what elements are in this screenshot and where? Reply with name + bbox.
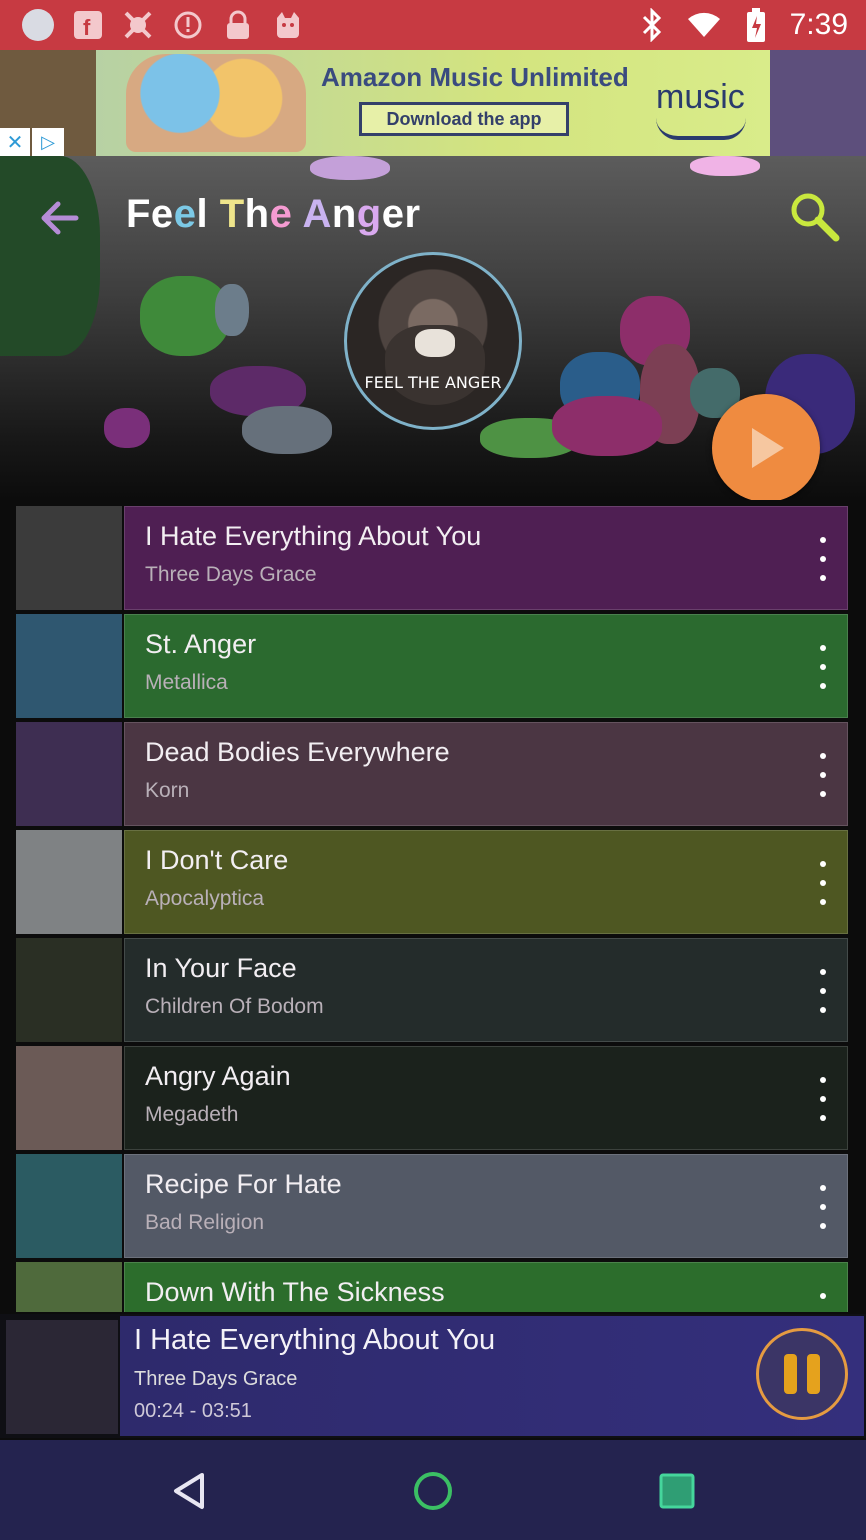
lock-icon (220, 7, 256, 43)
search-icon[interactable] (784, 186, 844, 246)
more-options-icon[interactable] (813, 1185, 833, 1229)
song-title: In Your Face (145, 953, 297, 983)
song-row[interactable]: I Don't Care Apocalyptica (16, 830, 850, 934)
clock: 7:39 (789, 8, 848, 41)
now-playing-bar[interactable]: I Hate Everything About You Three Days G… (0, 1314, 866, 1438)
song-thumbnail (16, 1046, 122, 1150)
svg-text:f: f (83, 15, 91, 40)
song-title: Dead Bodies Everywhere (145, 737, 450, 767)
cover-text: FEEL THE ANGER (364, 373, 502, 392)
more-options-icon[interactable] (813, 1293, 833, 1312)
ad-creative[interactable]: Amazon Music Unlimited Download the app … (96, 50, 770, 156)
song-title: I Don't Care (145, 845, 289, 875)
playlist-cover: FEEL THE ANGER (344, 252, 522, 430)
ad-image (126, 54, 306, 152)
song-title: Down With The Sickness (145, 1277, 445, 1307)
song-title: I Hate Everything About You (145, 521, 482, 551)
amazon-smile-icon (656, 118, 746, 140)
song-list[interactable]: I Hate Everything About You Three Days G… (0, 506, 866, 1312)
song-row[interactable]: Down With The Sickness (16, 1262, 850, 1312)
pause-button[interactable] (756, 1328, 848, 1420)
song-card[interactable]: St. Anger Metallica (124, 614, 848, 718)
song-artist: Children Of Bodom (145, 995, 324, 1018)
ad-brand: music (656, 78, 745, 116)
more-options-icon[interactable] (813, 753, 833, 797)
song-card[interactable]: I Don't Care Apocalyptica (124, 830, 848, 934)
ad-close-icon[interactable]: ✕ (0, 128, 30, 156)
nav-recents-icon[interactable] (647, 1464, 707, 1518)
ad-banner[interactable]: Amazon Music Unlimited Download the app … (0, 50, 866, 156)
song-thumbnail (16, 938, 122, 1042)
status-bar: f 7:39 (0, 0, 866, 50)
nav-back-icon[interactable] (160, 1464, 220, 1518)
now-playing-thumbnail (6, 1320, 118, 1434)
battery-icon (738, 7, 774, 43)
song-card[interactable]: Down With The Sickness (124, 1262, 848, 1312)
song-row[interactable]: Recipe For Hate Bad Religion (16, 1154, 850, 1258)
song-artist: Megadeth (145, 1103, 239, 1126)
song-artist: Metallica (145, 671, 228, 694)
fake-gps-icon (120, 7, 156, 43)
song-artist: Apocalyptica (145, 887, 265, 910)
song-title: Angry Again (145, 1061, 291, 1091)
cat-icon (270, 7, 306, 43)
navigation-bar (0, 1440, 866, 1540)
song-row[interactable]: In Your Face Children Of Bodom (16, 938, 850, 1042)
facebook-icon: f (70, 7, 106, 43)
song-thumbnail (16, 722, 122, 826)
song-row[interactable]: Angry Again Megadeth (16, 1046, 850, 1150)
nav-home-icon[interactable] (403, 1464, 463, 1518)
now-playing-card[interactable]: I Hate Everything About You Three Days G… (120, 1316, 864, 1436)
play-all-button[interactable] (712, 394, 820, 500)
playlist-header: Feel The Anger FEEL THE ANGER (0, 156, 866, 500)
song-card[interactable]: Dead Bodies Everywhere Korn (124, 722, 848, 826)
song-row[interactable]: Dead Bodies Everywhere Korn (16, 722, 850, 826)
playlist-title: Feel The Anger (126, 192, 421, 236)
more-options-icon[interactable] (813, 969, 833, 1013)
more-options-icon[interactable] (813, 645, 833, 689)
song-thumbnail (16, 1154, 122, 1258)
song-row[interactable]: St. Anger Metallica (16, 614, 850, 718)
song-artist: Three Days Grace (145, 563, 317, 586)
song-thumbnail (16, 830, 122, 934)
now-playing-title: I Hate Everything About You (134, 1324, 496, 1356)
ad-title: Amazon Music Unlimited (321, 62, 629, 92)
back-arrow-icon[interactable] (30, 190, 86, 246)
song-title: St. Anger (145, 629, 257, 659)
alert-icon (170, 7, 206, 43)
song-card[interactable]: I Hate Everything About You Three Days G… (124, 506, 848, 610)
song-thumbnail (16, 1262, 122, 1312)
song-card[interactable]: In Your Face Children Of Bodom (124, 938, 848, 1042)
more-options-icon[interactable] (813, 537, 833, 581)
play-icon (752, 428, 784, 468)
ad-choices-icon[interactable]: ▷ (32, 128, 64, 156)
more-options-icon[interactable] (813, 1077, 833, 1121)
song-row[interactable]: I Hate Everything About You Three Days G… (16, 506, 850, 610)
wifi-icon (686, 7, 722, 43)
song-card[interactable]: Recipe For Hate Bad Religion (124, 1154, 848, 1258)
song-thumbnail (16, 614, 122, 718)
now-playing-artist: Three Days Grace (134, 1368, 298, 1390)
circle-icon (20, 7, 56, 43)
song-artist: Korn (145, 779, 190, 802)
song-artist: Bad Religion (145, 1211, 265, 1234)
song-title: Recipe For Hate (145, 1169, 342, 1199)
song-thumbnail (16, 506, 122, 610)
ad-download-button[interactable]: Download the app (359, 102, 569, 136)
pause-icon (784, 1354, 797, 1394)
now-playing-time: 00:24 - 03:51 (134, 1400, 252, 1422)
bluetooth-icon (634, 7, 670, 43)
song-card[interactable]: Angry Again Megadeth (124, 1046, 848, 1150)
more-options-icon[interactable] (813, 861, 833, 905)
